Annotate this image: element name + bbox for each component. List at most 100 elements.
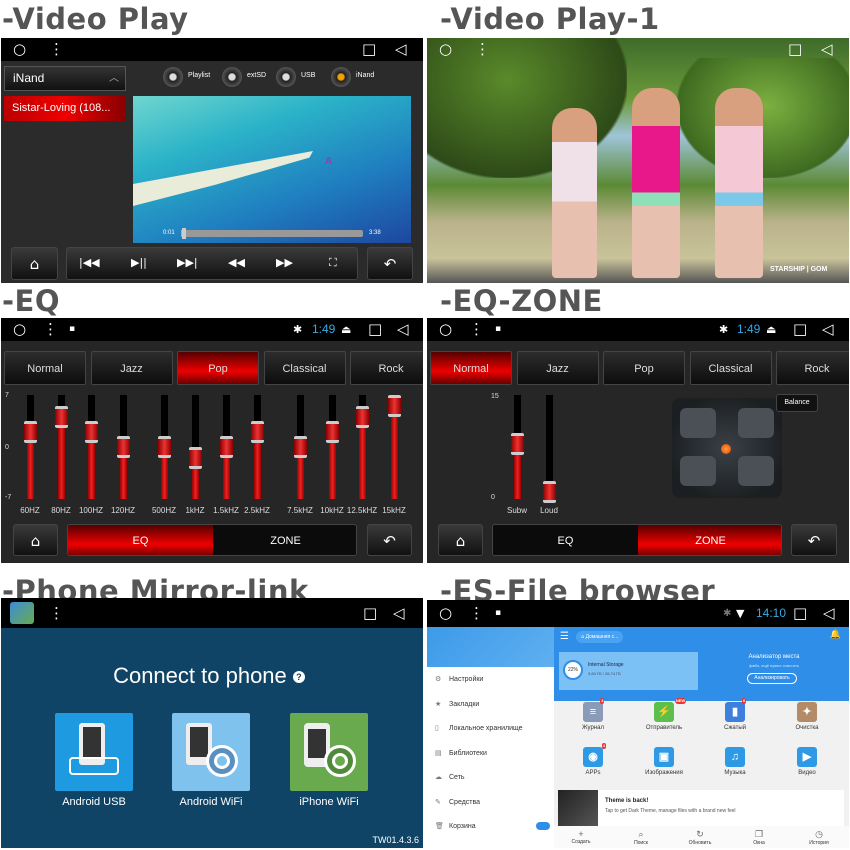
balance-point[interactable] bbox=[721, 444, 731, 454]
eq-band-1khz-handle[interactable] bbox=[189, 447, 202, 470]
preset-tab-rock[interactable]: Rock bbox=[350, 351, 423, 385]
play-pause-icon[interactable]: ▶|| bbox=[131, 256, 147, 269]
preset-tab-normal[interactable]: Normal bbox=[430, 351, 512, 385]
menu-dots-icon[interactable]: ⋮ bbox=[469, 600, 484, 627]
eq-band-120hz-handle[interactable] bbox=[117, 436, 130, 458]
preset-tab-normal[interactable]: Normal bbox=[4, 351, 86, 385]
source-radio-inand[interactable] bbox=[331, 67, 351, 87]
drawer-item[interactable]: ✎ Средства bbox=[435, 798, 550, 806]
recent-square-icon[interactable]: □ bbox=[362, 38, 376, 61]
home-button[interactable]: ⌂ bbox=[11, 247, 58, 280]
back-triangle-icon[interactable]: ◁ bbox=[397, 318, 409, 341]
previous-icon[interactable]: |◀◀ bbox=[79, 256, 100, 269]
rewind-icon[interactable]: ◀◀ bbox=[228, 256, 245, 269]
eq-band-1-5khz-handle[interactable] bbox=[220, 436, 233, 458]
notification-bell-icon[interactable]: 🔔 bbox=[830, 630, 841, 640]
drawer-item[interactable]: ▤ Библиотеки bbox=[435, 749, 550, 757]
video-play-fullscreen[interactable]: STARSHIP | GOM ○ ⋮ □ ◁ bbox=[427, 38, 849, 283]
recent-square-icon[interactable]: □ bbox=[793, 318, 807, 341]
fast-forward-icon[interactable]: ▶▶ bbox=[276, 256, 293, 269]
storage-card[interactable]: 22% Internal Storage 3,69 ГБ / 26,74 ГБ bbox=[559, 652, 698, 690]
back-button[interactable]: ↶ bbox=[791, 524, 837, 556]
android-wifi-tile[interactable] bbox=[172, 713, 250, 791]
drawer-item[interactable]: ☁ Сеть bbox=[435, 773, 550, 781]
preset-tab-classical[interactable]: Classical bbox=[689, 351, 772, 385]
home-button[interactable]: ⌂ bbox=[13, 524, 58, 556]
eq-band-7-5khz-handle[interactable] bbox=[294, 436, 307, 458]
zone-subw-handle[interactable] bbox=[511, 432, 524, 455]
back-triangle-icon[interactable]: ◁ bbox=[823, 600, 835, 627]
recent-square-icon[interactable]: □ bbox=[788, 40, 802, 58]
category-7[interactable]: ▶ Видео bbox=[777, 747, 837, 776]
android-usb-tile[interactable] bbox=[55, 713, 133, 791]
playlist-item[interactable]: Sistar-Loving (108... bbox=[4, 96, 126, 121]
tab-zone[interactable]: ZONE bbox=[213, 525, 356, 555]
fullscreen-icon[interactable]: ⛶ bbox=[329, 256, 337, 270]
drawer-item[interactable]: ★ Закладки bbox=[435, 700, 550, 708]
home-circle-icon[interactable]: ○ bbox=[13, 38, 26, 61]
preset-tab-rock[interactable]: Rock bbox=[776, 351, 849, 385]
video-area[interactable]: A 0:01 3:38 bbox=[133, 96, 411, 243]
back-triangle-icon[interactable]: ◁ bbox=[822, 318, 834, 341]
recent-square-icon[interactable]: □ bbox=[363, 598, 377, 628]
breadcrumb[interactable]: ⌂ Домашняя с... bbox=[576, 631, 624, 643]
menu-dots-icon[interactable]: ⋮ bbox=[43, 318, 58, 341]
back-triangle-icon[interactable]: ◁ bbox=[393, 598, 405, 628]
hamburger-menu-icon[interactable]: ☰ bbox=[560, 631, 569, 642]
category-6[interactable]: ♫ Музыка bbox=[705, 747, 765, 776]
eq-band-2-5khz-handle[interactable] bbox=[251, 421, 264, 444]
drawer-item[interactable]: ⚙ Настройки bbox=[435, 675, 550, 683]
mirror-app-icon[interactable] bbox=[10, 602, 34, 624]
home-circle-icon[interactable]: ○ bbox=[439, 600, 452, 627]
eq-band-80hz-handle[interactable] bbox=[55, 406, 68, 429]
category-2[interactable]: ▮ 6 Сжатый bbox=[705, 698, 765, 731]
home-circle-icon[interactable]: ○ bbox=[439, 318, 452, 341]
nav-1[interactable]: ⌕ Поиск bbox=[621, 829, 661, 846]
nav-3[interactable]: ❐ Окна bbox=[739, 829, 779, 846]
category-3[interactable]: ✦ Очистка bbox=[777, 702, 837, 731]
home-button[interactable]: ⌂ bbox=[438, 524, 483, 556]
zone-loud-handle[interactable] bbox=[543, 481, 556, 504]
category-1[interactable]: ⚡ NEW Отправитель bbox=[634, 698, 694, 731]
menu-dots-icon[interactable]: ⋮ bbox=[49, 598, 64, 628]
source-radio-extsd[interactable] bbox=[222, 67, 242, 87]
tab-eq[interactable]: EQ bbox=[68, 525, 213, 555]
category-0[interactable]: ≡ 3 Журнал bbox=[563, 698, 623, 731]
recent-square-icon[interactable]: □ bbox=[793, 600, 807, 627]
nav-2[interactable]: ↻ Обновить bbox=[680, 829, 720, 846]
car-seat-balance-map[interactable] bbox=[672, 398, 782, 498]
preset-tab-pop[interactable]: Pop bbox=[603, 351, 685, 385]
source-dropdown[interactable]: iNand ︿ bbox=[4, 66, 126, 91]
analyze-button[interactable]: Анализировать bbox=[747, 673, 797, 684]
eq-band-15khz-handle[interactable] bbox=[388, 395, 401, 418]
eject-icon[interactable]: ⏏ bbox=[766, 318, 776, 341]
back-triangle-icon[interactable]: ◁ bbox=[395, 38, 407, 61]
drawer-item[interactable]: ▯ Локальное хранилище bbox=[435, 724, 550, 732]
next-icon[interactable]: ▶▶| bbox=[177, 256, 198, 269]
theme-card[interactable]: Theme is back! Tap to get Dark Theme, ma… bbox=[558, 790, 844, 826]
menu-dots-icon[interactable]: ⋮ bbox=[49, 38, 64, 61]
menu-dots-icon[interactable]: ⋮ bbox=[469, 318, 484, 341]
balance-button[interactable]: Balance bbox=[776, 394, 818, 412]
source-radio-usb[interactable] bbox=[276, 67, 296, 87]
drawer-item[interactable]: 🗑 Корзина bbox=[435, 822, 550, 830]
back-triangle-icon[interactable]: ◁ bbox=[821, 40, 833, 58]
progress-thumb[interactable] bbox=[181, 228, 186, 239]
home-circle-icon[interactable]: ○ bbox=[13, 318, 26, 341]
back-button[interactable]: ↶ bbox=[367, 524, 412, 556]
preset-tab-jazz[interactable]: Jazz bbox=[90, 351, 173, 385]
category-5[interactable]: ▣ Изображения bbox=[634, 747, 694, 776]
eject-icon[interactable]: ⏏ bbox=[341, 318, 351, 341]
progress-bar[interactable] bbox=[181, 228, 363, 239]
eq-band-60hz-handle[interactable] bbox=[24, 421, 37, 444]
home-circle-icon[interactable]: ○ bbox=[439, 40, 452, 58]
trash-toggle[interactable] bbox=[536, 822, 550, 830]
preset-tab-classical[interactable]: Classical bbox=[263, 351, 346, 385]
back-button[interactable]: ↶ bbox=[367, 247, 413, 280]
eq-band-500hz-handle[interactable] bbox=[158, 436, 171, 458]
category-4[interactable]: ◉ 4 APPs bbox=[563, 743, 623, 776]
tab-zone[interactable]: ZONE bbox=[638, 525, 781, 555]
help-icon[interactable]: ? bbox=[292, 671, 305, 684]
nav-4[interactable]: ◷ История bbox=[799, 829, 839, 846]
eq-band-12-5khz-handle[interactable] bbox=[356, 406, 369, 429]
